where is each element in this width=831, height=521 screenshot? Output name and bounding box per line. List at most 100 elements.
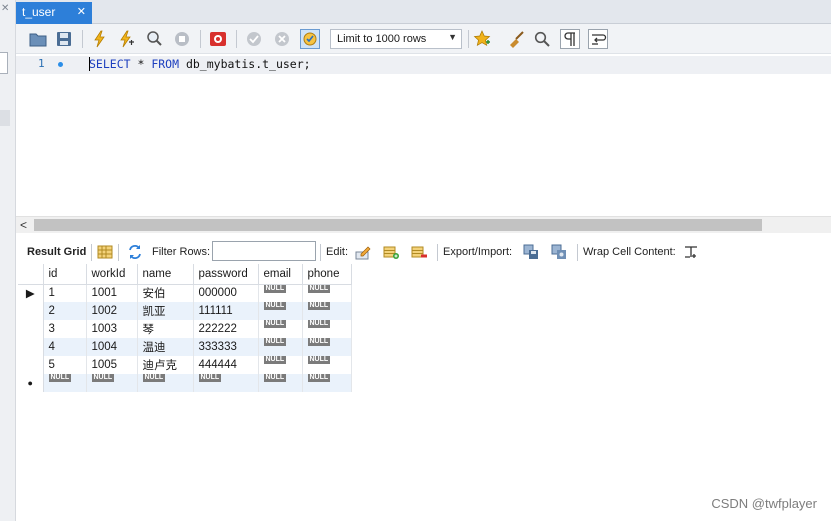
cell-workid[interactable]: NULL — [86, 374, 138, 392]
new-row[interactable]: ● NULL NULL NULL NULL NULL NULL — [18, 374, 352, 392]
toolbar-separator — [91, 244, 92, 261]
sql-editor[interactable]: 1 SELECT * FROM db_mybatis.t_user; — [16, 54, 831, 216]
column-header-name[interactable]: name — [137, 264, 194, 285]
autocommit-toggle-icon[interactable] — [300, 29, 320, 49]
execute-current-lightning-icon[interactable] — [116, 29, 136, 49]
save-icon[interactable] — [54, 29, 74, 49]
cell-password[interactable]: 000000 — [193, 284, 259, 302]
cell-email[interactable]: NULL — [258, 320, 303, 338]
cell-workid[interactable]: 1001 — [86, 284, 138, 302]
table-row[interactable]: 5 1005 迪卢克 444444 NULL NULL — [18, 356, 352, 374]
scrollbar-thumb[interactable] — [34, 219, 762, 231]
column-header-password[interactable]: password — [193, 264, 259, 285]
cell-password[interactable]: 222222 — [193, 320, 259, 338]
table-row[interactable]: 4 1004 温迪 333333 NULL NULL — [18, 338, 352, 356]
column-header-email[interactable]: email — [258, 264, 303, 285]
import-icon[interactable] — [550, 243, 568, 261]
cell-phone[interactable]: NULL — [302, 302, 352, 320]
add-snippet-star-icon[interactable] — [472, 29, 492, 49]
column-header-id[interactable]: id — [43, 264, 87, 285]
sql-statement[interactable]: SELECT * FROM db_mybatis.t_user; — [89, 57, 311, 71]
tab-close-icon[interactable]: ✕ — [77, 5, 86, 18]
cell-phone[interactable]: NULL — [302, 320, 352, 338]
cell-workid[interactable]: 1004 — [86, 338, 138, 356]
toolbar-separator — [236, 30, 237, 48]
toolbar-separator — [320, 244, 321, 261]
left-panel-strip: ✕ — [0, 0, 16, 521]
cell-email[interactable]: NULL — [258, 374, 303, 392]
cell-name[interactable]: 琴 — [137, 320, 194, 338]
editor-horizontal-scrollbar[interactable]: < — [16, 216, 831, 233]
toolbar-separator — [200, 30, 201, 48]
rollback-x-icon[interactable] — [272, 29, 292, 49]
left-panel-field[interactable] — [0, 52, 8, 74]
column-header-phone[interactable]: phone — [302, 264, 352, 285]
cell-email[interactable]: NULL — [258, 356, 303, 374]
cell-name[interactable]: 安伯 — [137, 284, 194, 302]
sql-keyword-from: FROM — [151, 57, 180, 71]
left-panel-close-icon[interactable]: ✕ — [1, 3, 9, 14]
cell-email[interactable]: NULL — [258, 284, 303, 302]
cell-id[interactable]: 4 — [43, 338, 87, 356]
filter-rows-input[interactable] — [212, 241, 316, 261]
export-icon[interactable] — [522, 243, 540, 261]
cell-password[interactable]: NULL — [193, 374, 259, 392]
cell-phone[interactable]: NULL — [302, 356, 352, 374]
commit-check-icon[interactable] — [244, 29, 264, 49]
tab-t-user[interactable]: t_user ✕ — [16, 2, 92, 24]
toggle-stop-on-error-icon[interactable] — [208, 29, 228, 49]
result-grid: id workId name password email phone ▶ 1 … — [18, 264, 352, 392]
cell-id[interactable]: NULL — [43, 374, 87, 392]
cell-id[interactable]: 3 — [43, 320, 87, 338]
cell-name[interactable]: 凯亚 — [137, 302, 194, 320]
find-magnifier-icon[interactable] — [532, 29, 552, 49]
cell-password[interactable]: 111111 — [193, 302, 259, 320]
word-wrap-icon[interactable] — [588, 29, 608, 49]
stop-icon[interactable] — [172, 29, 192, 49]
invisible-chars-pilcrow-icon[interactable] — [560, 29, 580, 49]
result-toolbar: Result Grid Filter Rows: Edit: Export/Im… — [16, 240, 831, 264]
scroll-left-icon[interactable]: < — [20, 218, 27, 232]
execute-lightning-icon[interactable] — [90, 29, 110, 49]
cell-workid[interactable]: 1002 — [86, 302, 138, 320]
refresh-arrows-icon[interactable] — [126, 243, 144, 261]
null-badge: NULL — [307, 284, 331, 293]
cell-name[interactable]: NULL — [137, 374, 194, 392]
wrap-cell-toggle-icon[interactable] — [682, 243, 700, 261]
null-badge: NULL — [263, 338, 287, 346]
table-row[interactable]: ▶ 1 1001 安伯 000000 NULL NULL — [18, 284, 352, 302]
edit-row-pencil-icon[interactable] — [354, 243, 372, 261]
column-header-workid[interactable]: workId — [86, 264, 138, 285]
sql-text-star: * — [130, 57, 152, 71]
cell-workid[interactable]: 1005 — [86, 356, 138, 374]
toolbar-separator — [82, 30, 83, 48]
explain-magnifier-icon[interactable] — [144, 29, 164, 49]
toolbar-separator — [577, 244, 578, 261]
table-row[interactable]: 3 1003 琴 222222 NULL NULL — [18, 320, 352, 338]
grid-columns-icon[interactable] — [96, 243, 114, 261]
open-folder-icon[interactable] — [28, 29, 48, 49]
cell-phone[interactable]: NULL — [302, 284, 352, 302]
cell-password[interactable]: 333333 — [193, 338, 259, 356]
cell-phone[interactable]: NULL — [302, 374, 352, 392]
cell-email[interactable]: NULL — [258, 302, 303, 320]
table-row[interactable]: 2 1002 凯亚 111111 NULL NULL — [18, 302, 352, 320]
toolbar-separator — [118, 244, 119, 261]
delete-row-icon[interactable] — [410, 243, 428, 261]
insert-row-icon[interactable] — [382, 243, 400, 261]
cell-name[interactable]: 迪卢克 — [137, 356, 194, 374]
cell-id[interactable]: 5 — [43, 356, 87, 374]
beautify-broom-icon[interactable] — [506, 29, 526, 49]
line-number: 1 — [38, 57, 45, 70]
cell-id[interactable]: 1 — [43, 284, 87, 302]
result-grid-label[interactable]: Result Grid — [27, 246, 86, 258]
row-indicator — [18, 302, 44, 320]
cell-email[interactable]: NULL — [258, 338, 303, 356]
cell-name[interactable]: 温迪 — [137, 338, 194, 356]
cell-workid[interactable]: 1003 — [86, 320, 138, 338]
cell-phone[interactable]: NULL — [302, 338, 352, 356]
chevron-down-icon: ▼ — [448, 32, 457, 42]
cell-password[interactable]: 444444 — [193, 356, 259, 374]
cell-id[interactable]: 2 — [43, 302, 87, 320]
limit-rows-select[interactable]: Limit to 1000 rows ▼ — [330, 29, 462, 49]
